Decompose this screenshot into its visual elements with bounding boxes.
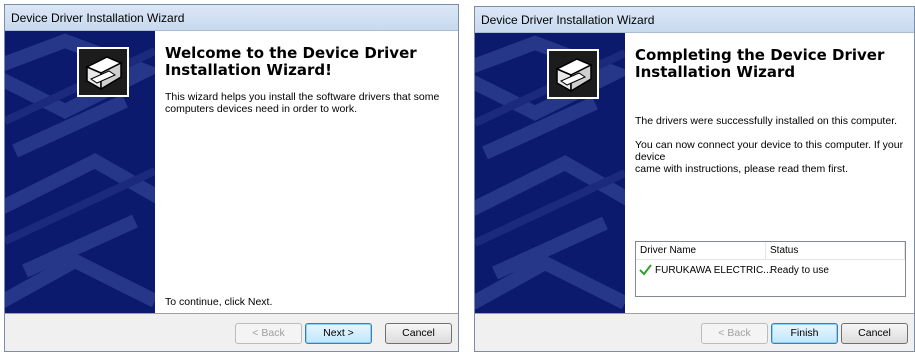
wizard-side-banner bbox=[475, 33, 625, 317]
instructions-line-1: You can now connect your device to this … bbox=[635, 139, 904, 163]
back-button[interactable]: < Back bbox=[701, 323, 768, 344]
cancel-button[interactable]: Cancel bbox=[841, 323, 908, 344]
driver-name-cell: FURUKAWA ELECTRIC... bbox=[655, 265, 772, 276]
description-line-2: computers devices need in order to work. bbox=[165, 103, 358, 115]
title-line-2: Installation Wizard bbox=[635, 63, 796, 81]
continue-instruction: To continue, click Next. bbox=[165, 296, 273, 308]
button-bar: < Back Next > Cancel bbox=[5, 313, 458, 351]
column-header-status[interactable]: Status bbox=[766, 242, 905, 260]
column-header-driver-name[interactable]: Driver Name bbox=[636, 242, 766, 260]
instructions: You can now connect your device to this … bbox=[635, 139, 914, 175]
finish-button[interactable]: Finish bbox=[771, 323, 838, 344]
success-message: The drivers were successfully installed … bbox=[635, 115, 898, 127]
description-line-1: This wizard helps you install the softwa… bbox=[165, 91, 440, 103]
back-button[interactable]: < Back bbox=[235, 323, 302, 344]
page-title: Welcome to the Device Driver Installatio… bbox=[165, 45, 417, 79]
next-button[interactable]: Next > bbox=[305, 323, 372, 344]
page-title: Completing the Device Driver Installatio… bbox=[635, 47, 884, 81]
driver-status-cell: Ready to use bbox=[770, 265, 829, 276]
description: This wizard helps you install the softwa… bbox=[165, 91, 439, 115]
instructions-line-2: came with instructions, please read them… bbox=[635, 163, 849, 175]
title-line-2: Installation Wizard! bbox=[165, 61, 332, 79]
wizard-side-banner bbox=[5, 31, 155, 315]
window-title: Device Driver Installation Wizard bbox=[5, 5, 458, 31]
window-title: Device Driver Installation Wizard bbox=[475, 7, 914, 33]
cancel-button[interactable]: Cancel bbox=[385, 323, 452, 344]
welcome-wizard-window: Device Driver Installation Wizard Welcom… bbox=[4, 4, 459, 352]
wizard-content: Completing the Device Driver Installatio… bbox=[625, 33, 914, 317]
wizard-content: Welcome to the Device Driver Installatio… bbox=[155, 31, 458, 315]
button-bar: < Back Finish Cancel bbox=[475, 313, 914, 351]
device-install-icon bbox=[77, 47, 129, 97]
complete-wizard-window: Device Driver Installation Wizard Comple… bbox=[474, 6, 915, 352]
device-install-icon bbox=[547, 49, 599, 99]
checkmark-icon bbox=[639, 264, 652, 281]
title-line-1: Completing the Device Driver bbox=[635, 46, 885, 64]
title-line-1: Welcome to the Device Driver bbox=[165, 44, 417, 62]
driver-list[interactable]: Driver Name Status FURUKAWA ELECTRIC... … bbox=[635, 241, 906, 297]
